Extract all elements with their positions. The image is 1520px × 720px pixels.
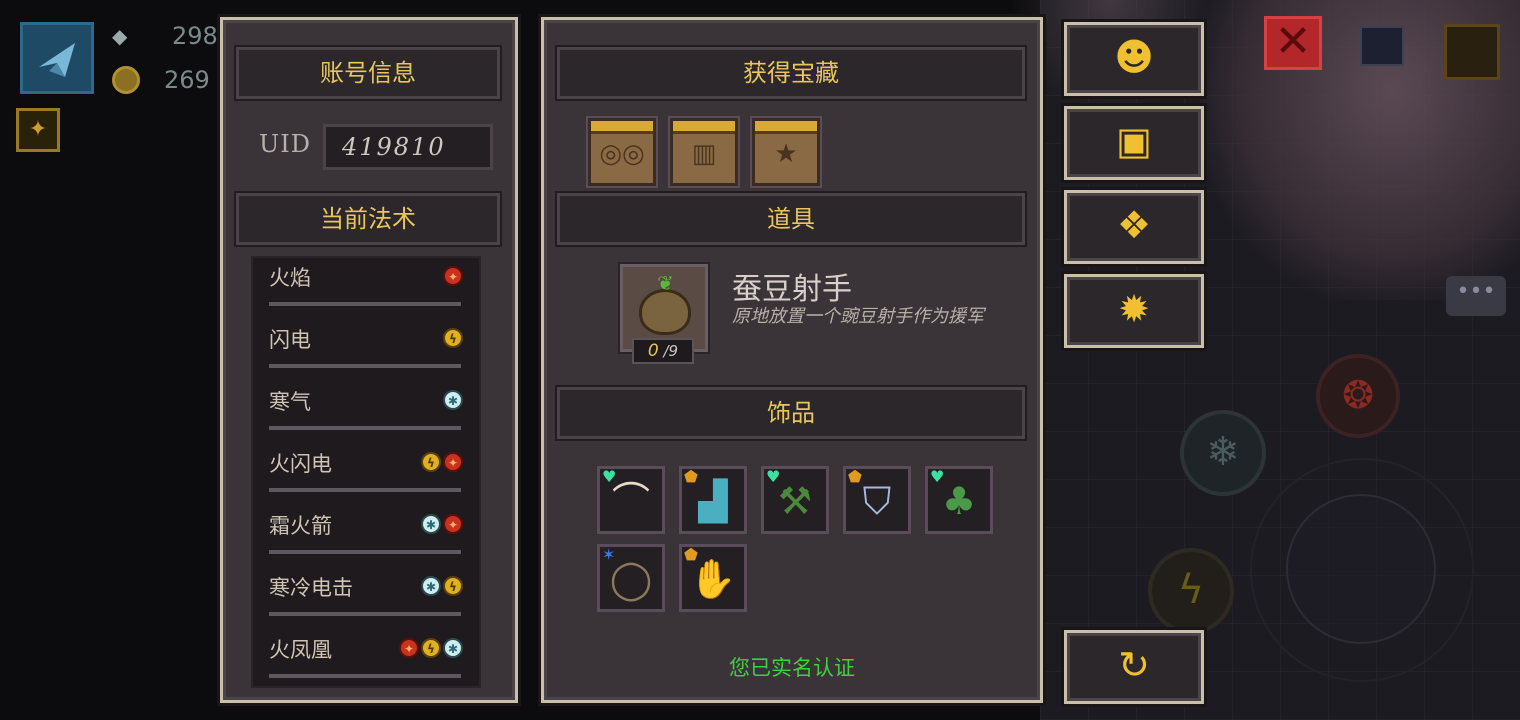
ice-element-icon: ✱ [421, 514, 441, 534]
spell-row: 寒冷电击 ✱ ϟ [253, 568, 479, 630]
treasure-chest[interactable]: ★ [750, 116, 822, 188]
item-count: 0 /9 [632, 338, 694, 364]
key-icon[interactable]: ✦ [16, 108, 60, 152]
accessory-slot[interactable]: ⬟ ✋ [679, 544, 747, 612]
bolt-skill-icon: ϟ [1148, 548, 1234, 634]
spell-name: 火焰 [269, 266, 311, 290]
armor-icon: ⛉ [862, 479, 892, 523]
uid-label: UID [259, 130, 311, 158]
bean-icon [639, 289, 691, 335]
vine-icon: ♣ [941, 479, 977, 523]
bolt-element-icon: ϟ [443, 576, 463, 596]
refresh-button[interactable]: ↻ [1061, 627, 1207, 707]
bird-icon [39, 43, 75, 77]
ice-element-icon: ✱ [443, 390, 463, 410]
gem-value: 298 [172, 22, 218, 50]
ice-element-icon: ✱ [443, 638, 463, 658]
spell-row: 火凤凰 ✦ ϟ ✱ [253, 630, 479, 686]
verified-status: 您已实名认证 [729, 656, 855, 680]
fire-element-icon: ✦ [443, 452, 463, 472]
spell-name: 火凤凰 [269, 638, 332, 662]
accessory-slot[interactable]: ⬟ ▟ [679, 466, 747, 534]
item-count-max: /9 [663, 342, 679, 360]
divider [269, 550, 461, 554]
divider [269, 674, 461, 678]
sprout-icon: ❦ [657, 271, 674, 295]
accessories-header: 饰品 [555, 385, 1027, 441]
glasses-icon: ◎◎ [599, 139, 645, 169]
glove-icon: ✋ [689, 557, 737, 601]
player-avatar[interactable] [20, 22, 94, 94]
account-info-header: 账号信息 [234, 45, 502, 101]
star-icon: ★ [774, 139, 798, 169]
divider [269, 302, 461, 306]
shovel-icon: ⚒ [777, 479, 813, 523]
menu-icon [1360, 26, 1404, 66]
chat-icon: ••• [1446, 276, 1506, 316]
treasure-chest[interactable]: ◎◎ [586, 116, 658, 188]
treasure-header: 获得宝藏 [555, 45, 1027, 101]
ice-element-icon: ✱ [421, 576, 441, 596]
ice-skill-icon: ❄ [1180, 410, 1266, 496]
spell-name: 火闪电 [269, 452, 332, 476]
uid-value[interactable]: 419810 [323, 124, 493, 170]
spell-name: 霜火箭 [269, 514, 332, 538]
joystick-pad [1286, 494, 1436, 644]
accessory-slot[interactable]: ✶ ◯ [597, 544, 665, 612]
support-button[interactable]: ☻ [1061, 19, 1207, 99]
fire-element-icon: ✦ [443, 266, 463, 286]
gear-icon: ✹ [1118, 287, 1150, 331]
spell-name: 闪电 [269, 328, 311, 352]
boot-icon: ▟ [698, 479, 728, 523]
fire-element-icon: ✦ [443, 514, 463, 534]
bolt-element-icon: ϟ [443, 328, 463, 348]
character-icon [1444, 24, 1500, 80]
current-spells-header: 当前法术 [234, 191, 502, 247]
treasure-panel: 获得宝藏 ◎◎ ▥ ★ 道具 ❦ 0 /9 蚕豆射手 原地放置一个豌豆射手作为援… [538, 14, 1046, 706]
coin-icon [112, 66, 140, 94]
accessory-slot[interactable]: ♥ ♣ [925, 466, 993, 534]
item-count-current: 0 [647, 341, 659, 361]
spell-name: 寒冷电击 [269, 576, 353, 600]
headset-icon: ☻ [1114, 35, 1154, 79]
gift-button[interactable]: ▣ [1061, 103, 1207, 183]
items-header: 道具 [555, 191, 1027, 247]
gem-icon: ◆ [112, 24, 128, 48]
divider [269, 364, 461, 368]
accessory-slot[interactable]: ⬟ ⛉ [843, 466, 911, 534]
necklace-icon: ◯ [609, 557, 653, 601]
bone-claw-icon: ⌒ [611, 479, 650, 523]
spell-name: 寒气 [269, 390, 311, 414]
divider [269, 488, 461, 492]
settings-button[interactable]: ✹ [1061, 271, 1207, 351]
close-button[interactable]: ✕ [1264, 16, 1322, 70]
fire-element-icon: ✦ [399, 638, 419, 658]
fire-skill-icon: ❂ [1316, 354, 1400, 438]
gift-icon: ▣ [1116, 119, 1152, 163]
refresh-icon: ↻ [1118, 643, 1150, 687]
badge-icon: ❖ [1116, 203, 1152, 247]
accessory-slot[interactable]: ♥ ⌒ [597, 466, 665, 534]
account-panel: 账号信息 UID 419810 当前法术 火焰 ✦ 闪电 ϟ 寒气 ✱ 火闪电 … [217, 14, 521, 706]
spell-row: 寒气 ✱ [253, 382, 479, 444]
divider [269, 426, 461, 430]
spell-row: 闪电 ϟ [253, 320, 479, 382]
treasure-chest[interactable]: ▥ [668, 116, 740, 188]
item-description: 原地放置一个豌豆射手作为援军 [732, 306, 984, 327]
coin-value: 269 [164, 66, 210, 94]
divider [269, 612, 461, 616]
accessory-slot[interactable]: ♥ ⚒ [761, 466, 829, 534]
bolt-element-icon: ϟ [421, 452, 441, 472]
spell-row: 霜火箭 ✱ ✦ [253, 506, 479, 568]
cape-icon: ▥ [691, 139, 717, 169]
spell-list[interactable]: 火焰 ✦ 闪电 ϟ 寒气 ✱ 火闪电 ϟ ✦ 霜火箭 ✱ ✦ 寒冷电击 ✱ ϟ … [251, 256, 481, 688]
bolt-element-icon: ϟ [421, 638, 441, 658]
spell-row: 火焰 ✦ [253, 258, 479, 320]
spell-row: 火闪电 ϟ ✦ [253, 444, 479, 506]
code-button[interactable]: ❖ [1061, 187, 1207, 267]
